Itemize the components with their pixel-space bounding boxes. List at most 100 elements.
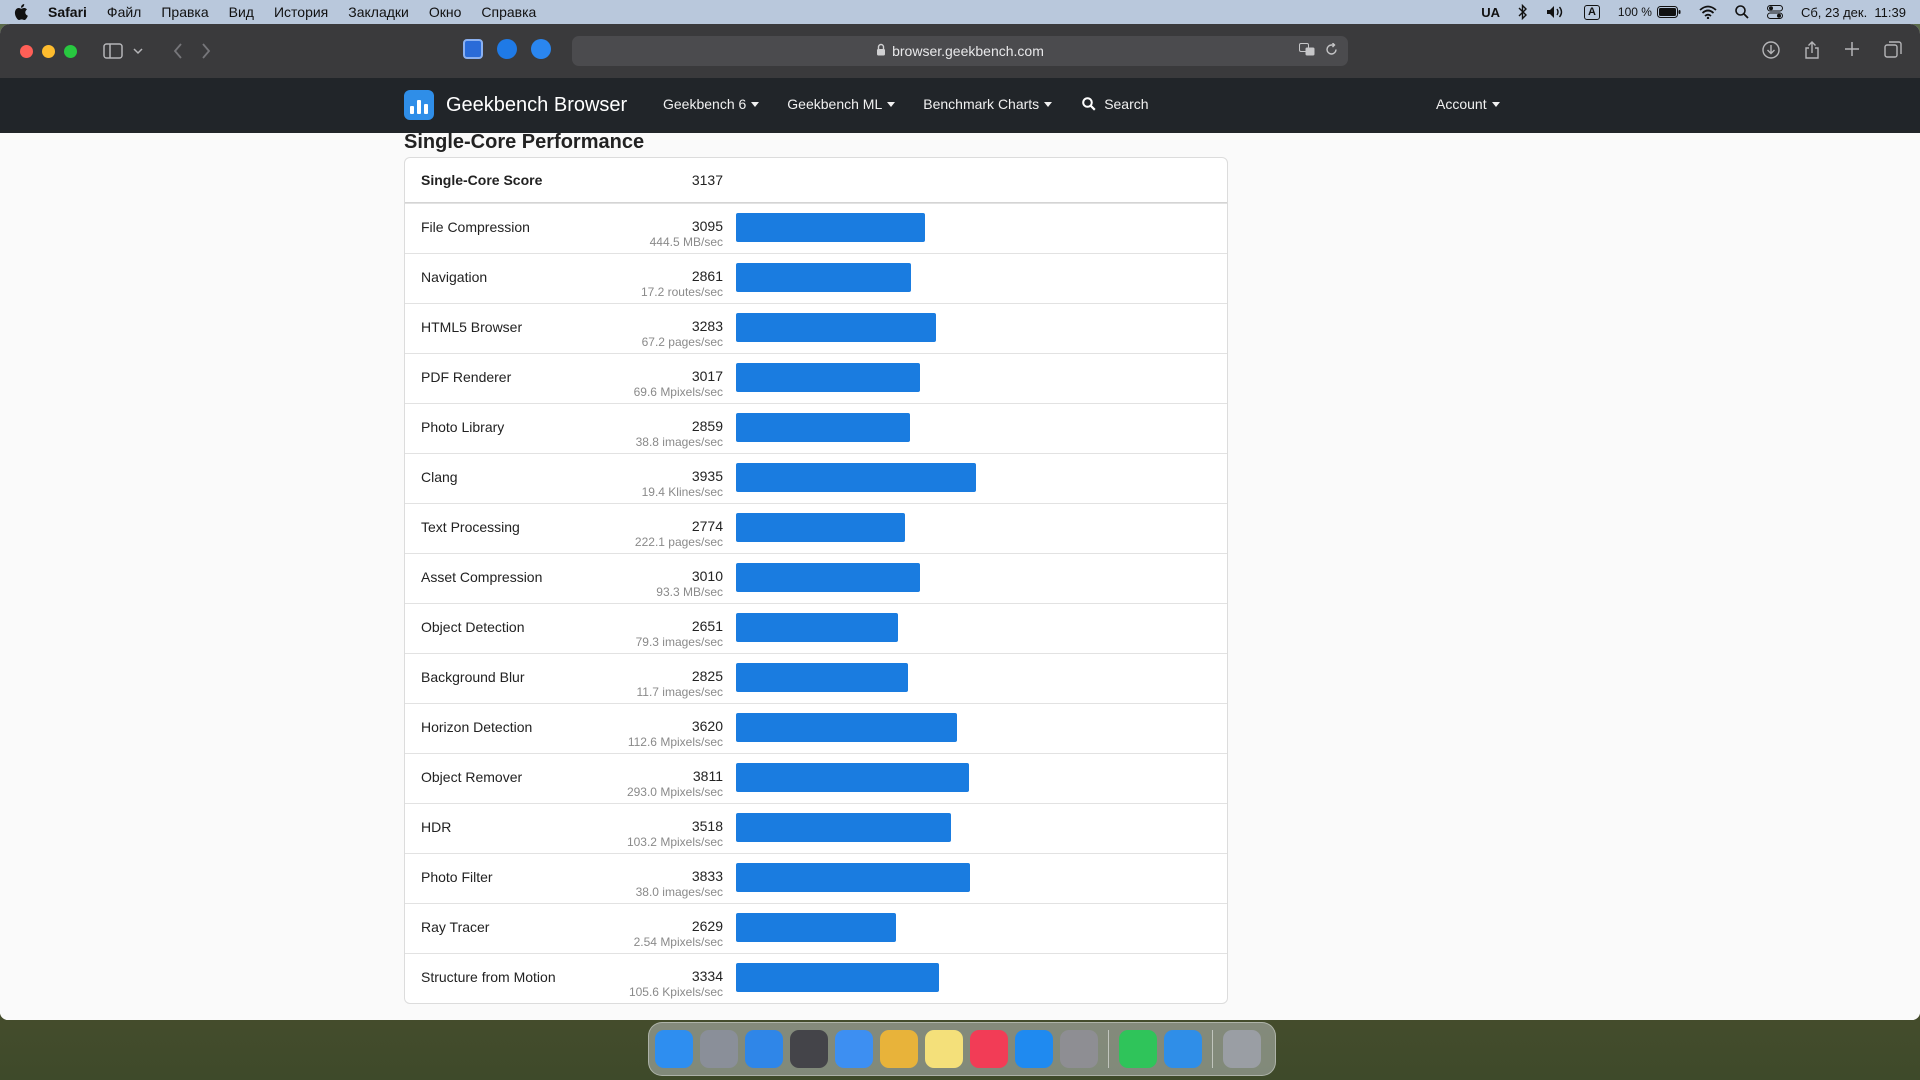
nav-account-label: Account <box>1436 96 1487 112</box>
translate-icon[interactable] <box>1299 43 1315 59</box>
tab-group-chevron-down-icon[interactable] <box>133 47 143 55</box>
benchmark-score: 3283 <box>691 318 723 334</box>
dock-notes-icon[interactable] <box>925 1030 963 1068</box>
menu-edit[interactable]: Правка <box>161 4 208 20</box>
benchmark-score: 3935 <box>691 468 723 484</box>
benchmark-bar <box>736 363 920 392</box>
benchmark-rate: 38.8 images/sec <box>635 435 723 449</box>
menu-clock[interactable]: Сб, 23 дек. 11:39 <box>1801 5 1906 20</box>
tab-overview-icon[interactable] <box>1884 41 1902 64</box>
menu-bookmarks[interactable]: Закладки <box>348 4 409 20</box>
dock-whatsapp-icon[interactable] <box>1119 1030 1157 1068</box>
benchmark-name: Text Processing <box>421 519 520 535</box>
page-content: Single-Core Performance Single-Core Scor… <box>0 133 1920 1020</box>
score-label: Single-Core Score <box>421 172 543 188</box>
menu-file[interactable]: Файл <box>107 4 141 20</box>
share-icon[interactable] <box>1804 41 1820 64</box>
nav-geekbench6-dropdown[interactable]: Geekbench 6 <box>663 96 760 112</box>
benchmark-rate: 103.2 Mpixels/sec <box>626 835 723 849</box>
bitwarden-shield-icon[interactable] <box>463 39 483 59</box>
benchmark-bar <box>736 463 976 492</box>
menu-help[interactable]: Справка <box>481 4 536 20</box>
input-source-indicator[interactable]: UA <box>1481 5 1500 20</box>
score-value: 3137 <box>691 172 723 188</box>
menu-view[interactable]: Вид <box>229 4 254 20</box>
dock-launchpad-icon[interactable] <box>700 1030 738 1068</box>
control-center-icon[interactable] <box>1766 5 1783 19</box>
benchmark-rate: 112.6 Mpixels/sec <box>627 735 723 749</box>
zoom-window-button[interactable] <box>64 44 77 58</box>
benchmark-bar <box>736 513 905 542</box>
geekbench-logo-icon <box>404 90 434 120</box>
benchmark-score: 3334 <box>691 968 723 984</box>
benchmark-score: 3811 <box>692 768 723 784</box>
dock-app-store-icon[interactable] <box>1015 1030 1053 1068</box>
dock-mail-icon[interactable] <box>835 1030 873 1068</box>
sidebar-toggle-icon[interactable] <box>103 43 123 59</box>
benchmark-name: HTML5 Browser <box>421 319 523 335</box>
single-core-score-row: Single-Core Score 3137 <box>405 158 1227 203</box>
benchmark-bar <box>736 263 911 292</box>
dock-safari-icon[interactable] <box>745 1030 783 1068</box>
downloads-icon[interactable] <box>1762 41 1780 64</box>
dock-trash-icon[interactable] <box>1223 1030 1261 1068</box>
benchmark-score: 2774 <box>691 518 723 534</box>
reload-icon[interactable] <box>1325 42 1338 59</box>
nav-account-dropdown[interactable]: Account <box>1436 96 1500 112</box>
menu-window[interactable]: Окно <box>429 4 462 20</box>
benchmark-rate: 11.7 images/sec <box>636 685 724 699</box>
benchmark-name: Object Detection <box>421 619 525 635</box>
address-bar[interactable]: browser.geekbench.com <box>572 36 1348 66</box>
benchmark-rate: 293.0 Mpixels/sec <box>626 785 723 799</box>
keyboard-layout-badge[interactable]: A <box>1583 4 1600 20</box>
menu-app-safari[interactable]: Safari <box>48 4 87 20</box>
dock-geekbench-icon[interactable] <box>1164 1030 1202 1068</box>
benchmark-bar <box>736 313 936 342</box>
nav-geekbench-ml-label: Geekbench ML <box>787 96 883 112</box>
benchmark-rate: 444.5 MB/sec <box>649 235 723 249</box>
nav-search-link[interactable]: Search <box>1082 96 1149 112</box>
dock-finder-icon[interactable] <box>655 1030 693 1068</box>
brand-link[interactable]: Geekbench Browser <box>404 90 627 120</box>
search-icon <box>1082 97 1096 111</box>
benchmark-bar <box>736 413 910 442</box>
nav-geekbench-ml-dropdown[interactable]: Geekbench ML <box>787 96 896 112</box>
benchmark-row: Structure from Motion 3334 105.6 Kpixels/s… <box>405 953 1227 1003</box>
menu-history[interactable]: История <box>274 4 328 20</box>
spotlight-search-icon[interactable] <box>1735 5 1749 19</box>
single-core-table: Single-Core Score 3137 File Compression 3… <box>404 157 1228 1004</box>
benchmark-bar <box>736 863 970 892</box>
close-window-button[interactable] <box>20 44 33 58</box>
benchmark-bar <box>736 213 925 242</box>
window-controls <box>20 44 77 58</box>
benchmark-name: Background Blur <box>421 669 525 685</box>
battery-status[interactable]: 100 % <box>1618 5 1681 19</box>
back-chevron-icon[interactable] <box>173 43 183 59</box>
benchmark-rate: 222.1 pages/sec <box>634 535 723 549</box>
benchmark-bar <box>736 813 951 842</box>
benchmark-row: Horizon Detection 3620 112.6 Mpixels/sec <box>405 703 1227 753</box>
benchmark-name: Clang <box>421 469 458 485</box>
dock-photos-icon[interactable] <box>880 1030 918 1068</box>
lock-icon <box>876 43 886 59</box>
apple-icon[interactable] <box>14 4 30 20</box>
bluetooth-icon[interactable] <box>1518 4 1528 20</box>
benchmark-name: Photo Library <box>421 419 505 435</box>
extension-globe-icon[interactable] <box>497 39 517 59</box>
extension-badge-icon[interactable] <box>531 39 551 59</box>
dock-music-icon[interactable] <box>970 1030 1008 1068</box>
benchmark-score: 2861 <box>691 268 723 284</box>
dock-system-settings-icon[interactable] <box>1060 1030 1098 1068</box>
benchmark-row: Navigation 2861 17.2 routes/sec <box>405 253 1227 303</box>
caret-down-icon <box>751 101 760 107</box>
new-tab-plus-icon[interactable] <box>1844 41 1860 64</box>
wifi-icon[interactable] <box>1699 5 1717 19</box>
brand-name: Geekbench Browser <box>446 93 628 116</box>
benchmark-row: Text Processing 2774 222.1 pages/sec <box>405 503 1227 553</box>
forward-chevron-icon[interactable] <box>201 43 211 59</box>
volume-icon[interactable] <box>1546 5 1566 19</box>
minimize-window-button[interactable] <box>42 44 55 58</box>
dock-camera-icon[interactable] <box>790 1030 828 1068</box>
nav-benchmark-charts-dropdown[interactable]: Benchmark Charts <box>923 96 1053 112</box>
benchmark-name: PDF Renderer <box>421 369 512 385</box>
